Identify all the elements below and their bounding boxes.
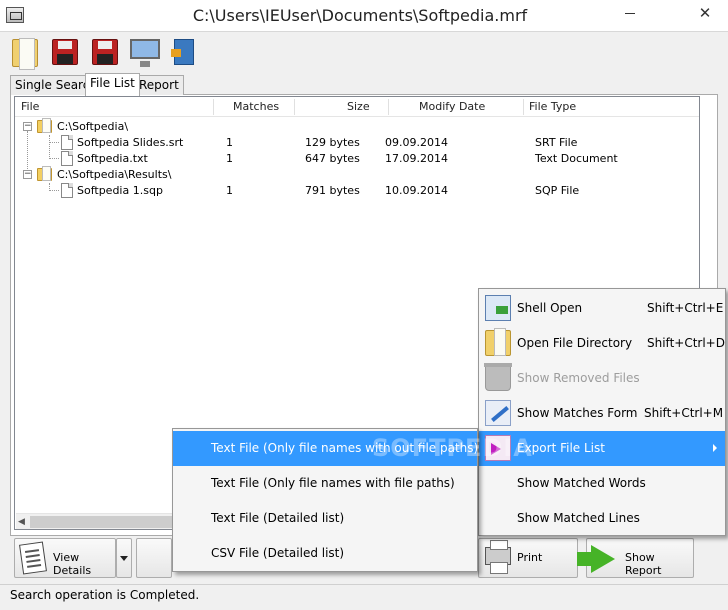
app-icon[interactable] (6, 7, 24, 23)
collapse-icon[interactable]: − (23, 122, 32, 131)
view-details-dropdown[interactable] (116, 538, 132, 578)
watermark: SOFTPEDIA (372, 434, 533, 462)
column-matches[interactable]: Matches (233, 100, 279, 113)
close-button[interactable]: ✕ (682, 0, 728, 28)
file-icon (61, 183, 73, 198)
submenu-item-label: Text File (Detailed list) (211, 511, 345, 525)
folder-icon (485, 328, 511, 356)
open-button[interactable] (8, 35, 42, 70)
row-name: C:\Softpedia\Results\ (57, 168, 172, 181)
submenu-item-csv-detailed[interactable]: CSV File (Detailed list) (173, 536, 477, 571)
row-name: Softpedia Slides.srt (77, 136, 184, 149)
column-size[interactable]: Size (347, 100, 370, 113)
menu-item-shortcut: Shift+Ctrl+E (647, 301, 724, 315)
file-icon (61, 151, 73, 166)
document-icon (19, 541, 47, 575)
row-date: 17.09.2014 (385, 152, 448, 165)
tab-file-list[interactable]: File List (85, 73, 140, 96)
menu-item-shortcut: Shift+Ctrl+M (644, 406, 724, 420)
row-name: C:\Softpedia\ (57, 120, 129, 133)
row-name: Softpedia 1.sqp (77, 184, 163, 197)
view-details-label: View Details (53, 551, 92, 577)
save-disk-icon (52, 39, 78, 65)
table-row[interactable]: Softpedia Slides.srt 1 129 bytes 09.09.2… (15, 135, 699, 151)
row-date: 09.09.2014 (385, 136, 448, 149)
minimize-icon (625, 13, 635, 14)
close-icon: ✕ (698, 4, 712, 22)
exit-door-icon (171, 39, 194, 65)
app-window: C:\Users\IEUser\Documents\Softpedia.mrf … (0, 0, 728, 610)
menu-item-label: Show Matched Lines (517, 511, 640, 525)
row-type: SQP File (535, 184, 580, 197)
monitor-button[interactable] (128, 35, 162, 69)
row-size: 791 bytes (305, 184, 360, 197)
table-row[interactable]: Softpedia 1.sqp 1 791 bytes 10.09.2014 S… (15, 183, 699, 199)
column-header: File Matches Size Modify Date File Type (15, 97, 699, 117)
row-matches: 1 (226, 136, 233, 149)
file-icon (61, 135, 73, 150)
blank-button[interactable] (136, 538, 172, 578)
show-report-button[interactable]: Show Report (577, 538, 694, 578)
row-matches: 1 (226, 184, 233, 197)
minimize-button[interactable] (608, 0, 652, 28)
view-details-button[interactable]: View Details (14, 538, 116, 578)
table-row[interactable]: − C:\Softpedia\ (15, 118, 699, 135)
title-bar: C:\Users\IEUser\Documents\Softpedia.mrf … (0, 0, 728, 32)
table-row[interactable]: − C:\Softpedia\Results\ (15, 166, 699, 183)
menu-item-shell-open[interactable]: Shell Open Shift+Ctrl+E (479, 291, 725, 326)
column-modify-date[interactable]: Modify Date (419, 100, 485, 113)
arrow-right-icon (577, 545, 615, 573)
open-folder-icon (12, 38, 38, 70)
matches-form-icon (485, 400, 511, 426)
table-row[interactable]: Softpedia.txt 1 647 bytes 17.09.2014 Tex… (15, 151, 699, 167)
menu-item-label: Open File Directory (517, 336, 633, 350)
show-report-label: Show Report (625, 551, 662, 577)
menu-item-label: Show Matched Words (517, 476, 646, 490)
chevron-down-icon (120, 556, 128, 561)
context-menu: Shell Open Shift+Ctrl+E Open File Direct… (478, 288, 726, 536)
tab-report[interactable]: Report (134, 75, 184, 95)
menu-item-label: Show Matches Form (517, 406, 638, 420)
row-size: 129 bytes (305, 136, 360, 149)
submenu-arrow-icon (713, 444, 717, 452)
printer-icon (485, 540, 511, 574)
recycle-bin-icon (484, 363, 512, 391)
exit-button[interactable] (166, 35, 200, 69)
collapse-icon[interactable]: − (23, 170, 32, 179)
row-type: Text Document (535, 152, 618, 165)
menu-item-label: Show Removed Files (517, 371, 640, 385)
print-label: Print (517, 551, 543, 564)
menu-item-open-file-directory[interactable]: Open File Directory Shift+Ctrl+D (479, 326, 725, 361)
menu-item-show-matches-form[interactable]: Show Matches Form Shift+Ctrl+M (479, 396, 725, 431)
row-size: 647 bytes (305, 152, 360, 165)
save-as-button[interactable] (88, 35, 122, 69)
status-text: Search operation is Completed. (10, 588, 200, 602)
folder-icon (37, 118, 52, 133)
print-button[interactable]: Print (478, 538, 578, 578)
row-type: SRT File (535, 136, 578, 149)
menu-item-shortcut: Shift+Ctrl+D (647, 336, 725, 350)
menu-item-label: Shell Open (517, 301, 583, 315)
row-name: Softpedia.txt (77, 152, 148, 165)
folder-icon (37, 166, 52, 181)
column-file-type[interactable]: File Type (529, 100, 576, 113)
scroll-left-icon[interactable]: ◀ (18, 516, 28, 528)
row-matches: 1 (226, 152, 233, 165)
submenu-item-label: CSV File (Detailed list) (211, 546, 345, 560)
menu-item-show-removed-files: Show Removed Files (479, 361, 725, 396)
window-title: C:\Users\IEUser\Documents\Softpedia.mrf (192, 6, 528, 25)
menu-item-show-matched-lines[interactable]: Show Matched Lines (479, 501, 725, 536)
shell-open-icon (485, 295, 511, 321)
submenu-item-text-detailed[interactable]: Text File (Detailed list) (173, 501, 477, 536)
submenu-item-label: Text File (Only file names with file pat… (211, 476, 455, 490)
submenu-item-text-with-paths[interactable]: Text File (Only file names with file pat… (173, 466, 477, 501)
monitor-icon (130, 39, 160, 67)
status-bar: Search operation is Completed. (0, 584, 728, 610)
save-button[interactable] (48, 35, 82, 69)
row-date: 10.09.2014 (385, 184, 448, 197)
save-as-disk-icon (92, 39, 118, 65)
column-file[interactable]: File (21, 100, 39, 113)
toolbar (0, 33, 728, 71)
menu-item-show-matched-words[interactable]: Show Matched Words (479, 466, 725, 501)
